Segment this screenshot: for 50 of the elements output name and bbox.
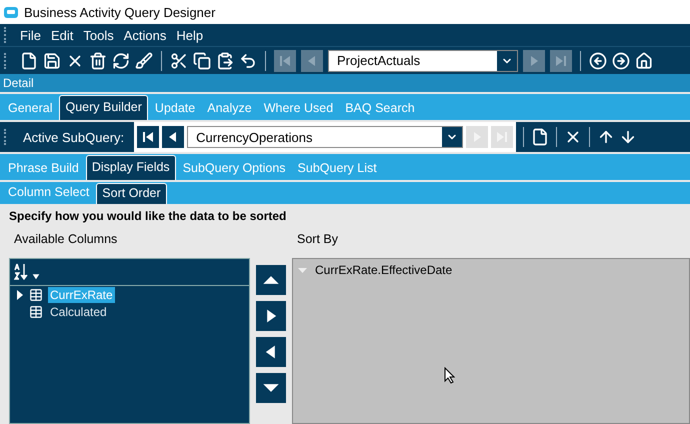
back-icon[interactable]: [589, 52, 607, 70]
forward-icon[interactable]: [612, 52, 630, 70]
subquery-label: Active SubQuery:: [22, 130, 126, 144]
skip-first-icon: [278, 54, 292, 68]
last-record-button[interactable]: [550, 50, 572, 72]
app-logo-icon: [4, 6, 18, 18]
instruction-text: Specify how you would like the data to be sorted: [9, 209, 288, 223]
expand-arrow-icon[interactable]: [16, 290, 24, 300]
skip-first-icon: [141, 130, 156, 144]
record-dropdown[interactable]: ProjectActuals: [328, 50, 518, 72]
home-icon[interactable]: [635, 52, 653, 70]
move-down-button[interactable]: [256, 373, 286, 403]
refresh-icon[interactable]: [112, 52, 130, 70]
remove-button[interactable]: [256, 337, 286, 367]
add-button[interactable]: [256, 301, 286, 331]
sort-item[interactable]: CurrExRate.EffectiveDate: [315, 263, 452, 277]
move-up-button[interactable]: [256, 265, 286, 295]
menu-item[interactable]: Actions: [118, 28, 172, 42]
new-document-icon[interactable]: [531, 128, 550, 146]
tab[interactable]: Sort Order: [96, 183, 167, 204]
tree-item[interactable]: Calculated: [48, 304, 109, 320]
tab[interactable]: Query Builder: [59, 95, 148, 120]
previous-subquery-button[interactable]: [162, 126, 184, 148]
brush-icon[interactable]: [135, 52, 153, 70]
skip-last-icon: [554, 54, 568, 68]
new-document-icon[interactable]: [20, 52, 38, 70]
menu-item[interactable]: Edit: [46, 28, 78, 42]
menu-item[interactable]: Help: [171, 28, 208, 42]
table-icon: [29, 288, 43, 302]
section-title: Detail: [3, 76, 34, 90]
next-record-button[interactable]: [523, 50, 545, 72]
cut-icon[interactable]: [170, 52, 188, 70]
save-icon[interactable]: [43, 52, 61, 70]
column-title: Available Columns: [14, 232, 118, 246]
trash-icon[interactable]: [89, 52, 107, 70]
table-icon: [29, 304, 43, 318]
menu-item[interactable]: File: [15, 28, 46, 42]
mouse-pointer-icon: [444, 367, 455, 384]
sort-arrow-icon: [298, 268, 307, 272]
undo-icon[interactable]: [239, 52, 257, 70]
tab[interactable]: Display Fields: [86, 155, 176, 180]
column-title: Sort By: [297, 232, 338, 246]
subquery-dropdown[interactable]: CurrencyOperations: [187, 126, 464, 148]
first-record-button[interactable]: [274, 50, 296, 72]
previous-record-button[interactable]: [301, 50, 323, 72]
window-title: Business Activity Query Designer: [24, 4, 216, 20]
menu-item[interactable]: Tools: [78, 28, 119, 42]
first-subquery-button[interactable]: [137, 126, 160, 148]
paste-icon[interactable]: [216, 52, 234, 70]
copy-icon[interactable]: [193, 52, 211, 70]
